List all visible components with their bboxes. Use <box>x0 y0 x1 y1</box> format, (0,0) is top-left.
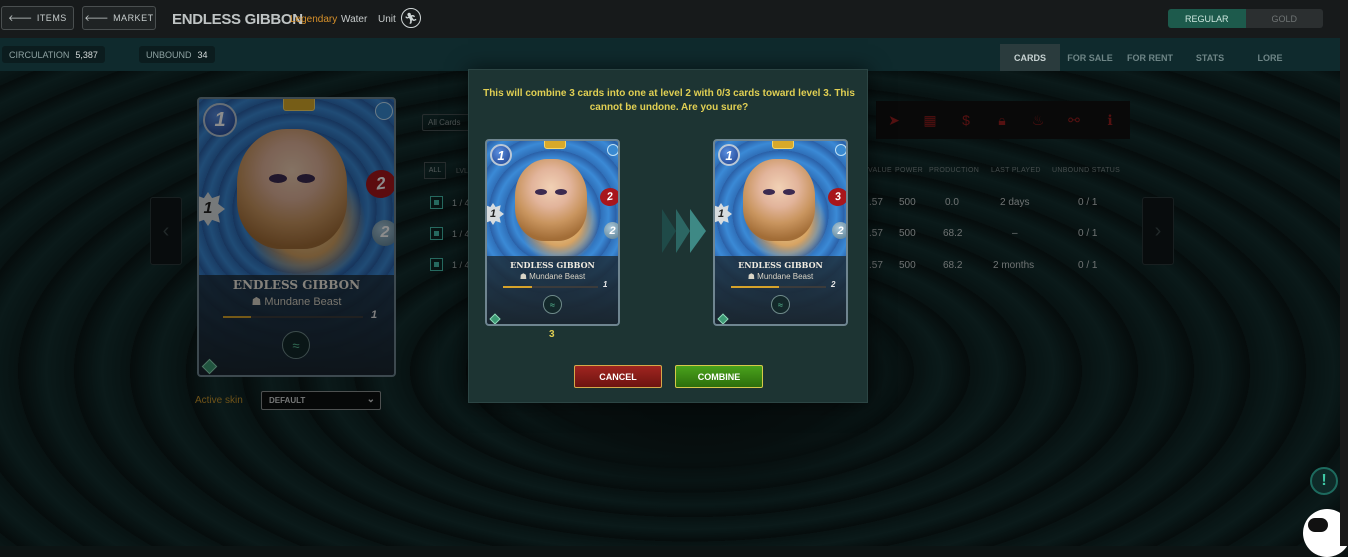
card-type: Mundane Beast <box>757 272 814 281</box>
circulation-label: CIRCULATION <box>9 49 70 60</box>
melee-stat: 1 <box>487 203 504 225</box>
unit-type-icon: 🏃︎ <box>401 8 421 28</box>
unbound-label: UNBOUND <box>146 49 192 60</box>
source-card-image: 1 2 1 2 ENDLESS GIBBON ☗ Mundane Beast 1… <box>485 139 620 326</box>
edition-toggle[interactable]: REGULAR GOLD <box>1168 9 1323 28</box>
tab-stats[interactable]: STATS <box>1180 44 1240 71</box>
items-button[interactable]: 🡐 ITEMS <box>1 6 74 30</box>
arrow-left-icon: 🡐 <box>84 12 110 23</box>
water-element-icon <box>835 144 846 156</box>
card-level: 1 <box>603 280 608 289</box>
circulation-stat: CIRCULATION 5,387 <box>2 46 105 63</box>
tab-for-rent[interactable]: FOR RENT <box>1120 44 1180 71</box>
tab-cards[interactable]: CARDS <box>1000 44 1060 71</box>
element-label: Water <box>341 14 368 25</box>
help-button[interactable]: ! <box>1310 467 1338 495</box>
market-button[interactable]: 🡐 MARKET <box>82 6 156 30</box>
rarity-crown-icon <box>544 141 566 149</box>
health-stat: 2 <box>598 186 618 208</box>
card-name: ENDLESS GIBBON <box>738 260 823 270</box>
top-bar: 🡐 ITEMS 🡐 MARKET ENDLESS GIBBON Legendary … <box>0 0 1340 38</box>
circulation-value: 5,387 <box>75 49 98 60</box>
rarity-crown-icon <box>772 141 794 149</box>
unbound-value: 34 <box>197 49 208 60</box>
card-art <box>743 159 815 241</box>
arrow-right-icon <box>662 209 706 253</box>
scrollbar[interactable] <box>1340 0 1348 546</box>
ability-icon: ≈ <box>771 295 790 314</box>
combine-message: This will combine 3 cards into one at le… <box>483 88 855 113</box>
unit-label: Unit <box>378 14 396 25</box>
beast-icon: ☗ <box>519 272 530 281</box>
card-level: 2 <box>831 280 836 289</box>
regular-toggle[interactable]: REGULAR <box>1168 9 1246 28</box>
tab-for-sale[interactable]: FOR SALE <box>1060 44 1120 71</box>
speed-stat: 2 <box>604 222 618 239</box>
mana-cost: 1 <box>718 144 740 166</box>
detail-tabs: CARDS FOR SALE FOR RENT STATS LORE <box>1000 44 1300 71</box>
arrow-left-icon: 🡐 <box>8 12 33 23</box>
page-title: ENDLESS GIBBON <box>172 11 303 28</box>
health-stat: 3 <box>826 186 846 208</box>
exclamation-icon: ! <box>1321 472 1327 489</box>
result-card-image: 1 3 1 2 ENDLESS GIBBON ☗ Mundane Beast 2… <box>713 139 848 326</box>
speed-stat: 2 <box>832 222 846 239</box>
xp-bar <box>503 286 598 288</box>
source-card-count: 3 <box>549 329 555 340</box>
unbound-stat: UNBOUND 34 <box>139 46 215 63</box>
ability-icon: ≈ <box>543 295 562 314</box>
mana-cost: 1 <box>490 144 512 166</box>
rarity-label: Legendary <box>290 14 338 25</box>
beast-icon: ☗ <box>747 272 758 281</box>
tab-lore[interactable]: LORE <box>1240 44 1300 71</box>
combine-dialog: This will combine 3 cards into one at le… <box>468 69 868 403</box>
melee-stat: 1 <box>715 203 732 225</box>
card-name: ENDLESS GIBBON <box>510 260 595 270</box>
chat-icon <box>1308 518 1328 532</box>
gold-toggle[interactable]: GOLD <box>1245 9 1323 28</box>
xp-bar <box>731 286 826 288</box>
water-element-icon <box>607 144 618 156</box>
card-art <box>515 159 587 241</box>
combine-button[interactable]: COMBINE <box>675 365 763 388</box>
items-button-label: ITEMS <box>36 13 67 23</box>
card-type: Mundane Beast <box>529 272 586 281</box>
cancel-button[interactable]: CANCEL <box>574 365 662 388</box>
market-button-label: MARKET <box>113 13 154 23</box>
